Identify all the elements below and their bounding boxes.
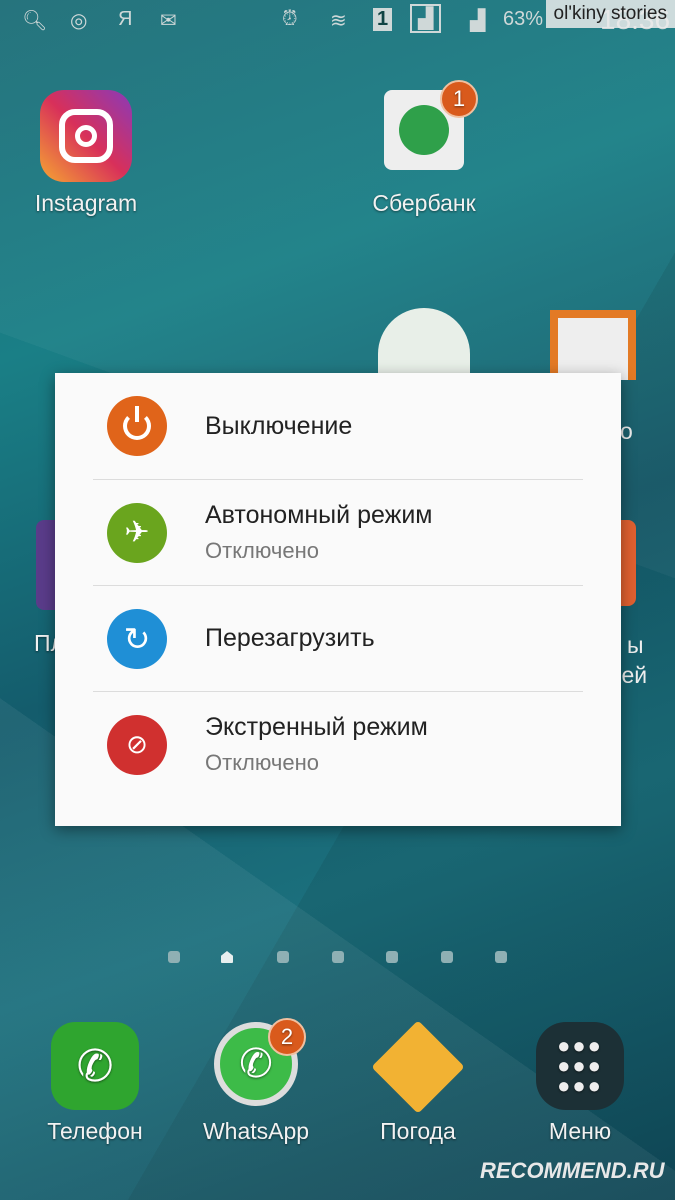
app-label: о: [620, 418, 633, 444]
notification-badge: 2: [268, 1018, 306, 1056]
restart-icon: ↻: [107, 608, 167, 669]
app-label: Погода: [380, 1118, 456, 1144]
phone-icon: ✆: [51, 1022, 139, 1110]
item-status: Отключено: [205, 538, 319, 563]
app-sberbank[interactable]: 1 Сбербанк: [354, 80, 494, 217]
app-instagram[interactable]: Instagram: [16, 90, 156, 217]
whatsapp-icon: ✆ 2: [214, 1018, 306, 1106]
app-label: Меню: [548, 1118, 612, 1144]
dock-weather[interactable]: Погода: [348, 1020, 488, 1145]
power-off-item[interactable]: Выключение: [93, 373, 583, 479]
battery-percent: 63%: [503, 8, 544, 30]
page-dot[interactable]: [332, 951, 344, 963]
dock-menu[interactable]: ●●● ●●● ●●● Меню: [510, 1022, 650, 1145]
search-icon: 🔍︎: [22, 10, 48, 32]
page-dot[interactable]: [441, 951, 453, 963]
weather-icon: [371, 1020, 465, 1114]
page-dot[interactable]: [386, 951, 398, 963]
sim1-icon: 1: [373, 8, 393, 31]
restart-item[interactable]: ↻ Перезагрузить: [93, 585, 583, 691]
emergency-mode-item[interactable]: ⊘ Экстренный режим Отключено: [93, 691, 583, 797]
emergency-off-icon: ⊘: [107, 714, 167, 775]
app-label: Instagram: [34, 190, 138, 216]
instagram-icon: [40, 90, 132, 182]
apps-grid-icon: ●●● ●●● ●●●: [536, 1022, 624, 1110]
app-icon-partial[interactable]: [620, 520, 636, 606]
chrome-icon: ◎: [70, 10, 88, 32]
app-icon-partial[interactable]: [36, 520, 56, 610]
app-icon-partial[interactable]: [550, 310, 636, 380]
signal-icon: ▟: [410, 4, 442, 33]
item-status: Отключено: [205, 750, 319, 775]
item-title: Автономный режим: [205, 501, 433, 529]
notification-badge: 1: [440, 80, 478, 118]
app-label: Сбербанк: [372, 190, 476, 216]
dock-whatsapp[interactable]: ✆ 2 WhatsApp: [186, 1018, 326, 1145]
page-dot[interactable]: [495, 951, 507, 963]
mail-icon: ✉: [160, 10, 177, 32]
yandex-icon: Я: [118, 8, 133, 30]
signal-icon: ▟: [470, 10, 486, 32]
status-bar: 🔍︎ ◎ Я ✉ ⏰︎ ≋ 1 ▟ ▟ 63% 18:36 ol'kiny st…: [0, 0, 675, 45]
sberbank-icon: 1: [384, 80, 478, 170]
alarm-icon: ⏰︎: [282, 8, 298, 30]
item-title: Экстренный режим: [205, 713, 428, 741]
watermark: ol'kiny stories: [545, 0, 675, 28]
power-menu-dialog: Выключение ✈ Автономный режим Отключено ↻…: [55, 373, 621, 826]
app-label: Телефон: [47, 1118, 143, 1144]
dock-phone[interactable]: ✆ Телефон: [25, 1022, 165, 1145]
page-dot[interactable]: [277, 951, 289, 963]
power-icon: [107, 396, 167, 456]
app-label: ы: [627, 632, 644, 658]
item-title: Выключение: [205, 411, 353, 440]
recommend-watermark: RECOMMEND.RU: [480, 1158, 665, 1183]
page-dot[interactable]: [168, 951, 180, 963]
app-label: WhatsApp: [202, 1118, 310, 1144]
airplane-mode-item[interactable]: ✈ Автономный режим Отключено: [93, 479, 583, 585]
airplane-off-icon: ✈: [107, 502, 167, 563]
item-title: Перезагрузить: [205, 624, 375, 652]
wifi-icon: ≋: [330, 10, 347, 32]
